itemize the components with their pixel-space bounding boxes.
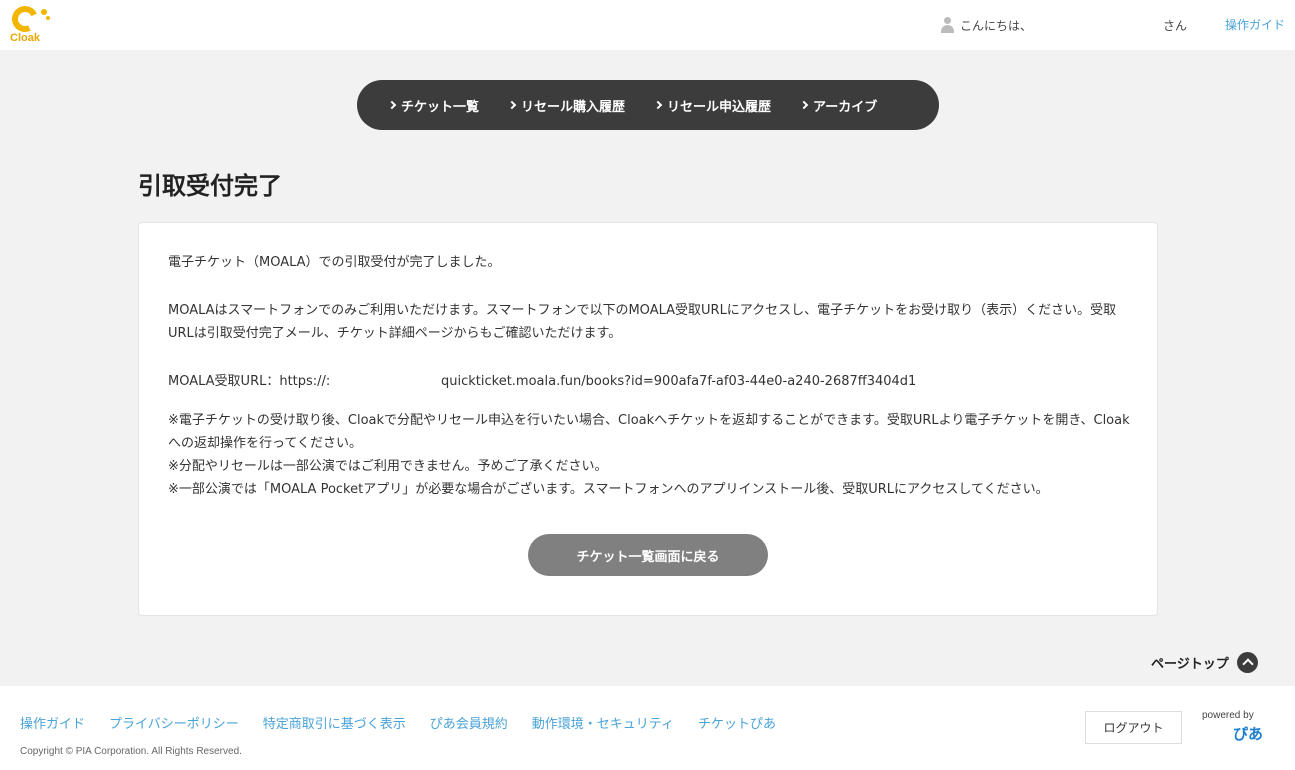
nav-item-resale-purchase-history[interactable]: リセール購入履歴 <box>507 96 625 115</box>
logo-text: Cloak <box>10 32 40 44</box>
page-title: 引取受付完了 <box>138 172 282 200</box>
completion-message: 電子チケット（MOALA）での引取受付が完了しました。 <box>168 255 501 270</box>
notes: ※電子チケットの受け取り後、Cloakで分配やリセール申込を行いたい場合、Clo… <box>168 409 1132 501</box>
note-item: ※一部公演では「MOALA Pocketアプリ」が必要な場合がございます。スマー… <box>168 482 1049 497</box>
footer: 操作ガイド プライバシーポリシー 特定商取引に基づく表示 ぴあ会員規約 動作環境… <box>0 686 1295 770</box>
footer-links: 操作ガイド プライバシーポリシー 特定商取引に基づく表示 ぴあ会員規約 動作環境… <box>20 713 800 732</box>
footer-link-privacy[interactable]: プライバシーポリシー <box>109 713 239 732</box>
completion-card: 電子チケット（MOALA）での引取受付が完了しました。 MOALAはスマートフォ… <box>138 222 1158 616</box>
user-greeting: こんにちは、 <box>940 16 1032 34</box>
nav-item-resale-application-history[interactable]: リセール申込履歴 <box>653 96 771 115</box>
instructions-text: MOALAはスマートフォンでのみご利用いただけます。スマートフォンで以下のMOA… <box>168 303 1117 341</box>
receive-url-label: MOALA受取URL：https://: <box>168 374 331 389</box>
chevron-right-icon <box>387 100 397 110</box>
greeting-text: こんにちは、 <box>960 18 1033 33</box>
nav-item-ticket-list[interactable]: チケット一覧 <box>387 96 479 115</box>
receive-url-value[interactable]: quickticket.moala.fun/books?id=900afa7f-… <box>441 370 916 393</box>
greeting-suffix: さん <box>1163 19 1188 33</box>
pia-logo[interactable]: ぴあ <box>1233 723 1263 744</box>
chevron-up-icon <box>1236 652 1258 673</box>
page-top-label: ページトップ <box>1151 657 1229 672</box>
nav-item-archive[interactable]: アーカイブ <box>799 96 877 115</box>
page-top-link[interactable]: ページトップ <box>1151 652 1258 673</box>
back-to-ticket-list-button[interactable]: チケット一覧画面に戻る <box>528 534 768 576</box>
copyright: Copyright © PIA Corporation. All Rights … <box>20 746 242 757</box>
cloak-logo[interactable]: Cloak <box>8 2 54 46</box>
note-item: ※分配やリセールは一部公演ではご利用できません。予めご了承ください。 <box>168 459 608 474</box>
cloak-logo-mark-icon <box>8 2 42 36</box>
main-nav: チケット一覧 リセール購入履歴 リセール申込履歴 アーカイブ <box>357 80 939 130</box>
powered-by-text: powered by <box>1202 710 1254 721</box>
footer-link-commerce-law[interactable]: 特定商取引に基づく表示 <box>263 713 406 732</box>
footer-link-guide[interactable]: 操作ガイド <box>20 713 85 732</box>
note-item: ※電子チケットの受け取り後、Cloakで分配やリセール申込を行いたい場合、Clo… <box>168 413 1130 451</box>
footer-link-member-terms[interactable]: ぴあ会員規約 <box>430 713 508 732</box>
header: Cloak こんにちは、 さん 操作ガイド <box>0 0 1295 50</box>
chevron-right-icon <box>507 100 517 110</box>
header-guide-link[interactable]: 操作ガイド <box>1225 16 1285 33</box>
chevron-right-icon <box>653 100 663 110</box>
receive-url-row: MOALA受取URL：https://: quickticket.moala.f… <box>168 370 1132 393</box>
chevron-right-icon <box>799 100 809 110</box>
user-icon <box>940 17 955 33</box>
footer-link-ticket-pia[interactable]: チケットぴあ <box>698 713 776 732</box>
footer-link-environment-security[interactable]: 動作環境・セキュリティ <box>532 713 674 732</box>
logout-button[interactable]: ログアウト <box>1085 711 1182 744</box>
